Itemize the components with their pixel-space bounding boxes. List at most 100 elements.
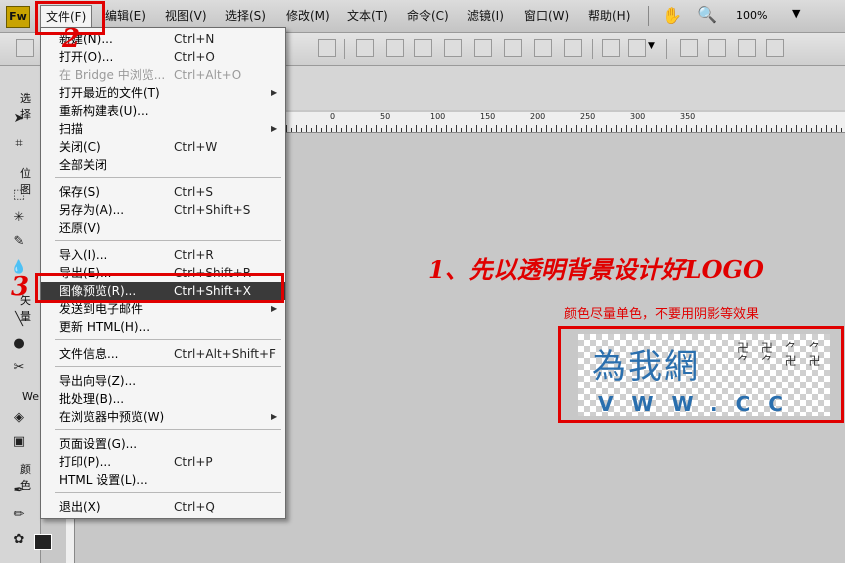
zoom-tool-icon[interactable]: 🔍 <box>697 5 717 24</box>
flip-horizontal-icon[interactable] <box>738 39 756 57</box>
pencil-icon[interactable]: ✏ <box>10 507 28 523</box>
eyedropper-icon[interactable]: ✒ <box>10 483 28 499</box>
crop-tool-icon[interactable]: ⌗ <box>10 136 28 152</box>
menu-separator <box>55 429 281 430</box>
ruler-tick <box>561 128 562 132</box>
send-backward-icon[interactable] <box>534 39 552 57</box>
ruler-tick <box>681 128 682 132</box>
knife-tool-icon[interactable]: ✂ <box>10 360 28 376</box>
marquee-tool-icon[interactable]: ⬚ <box>10 187 28 203</box>
menu-item-reconstitute-table[interactable]: 重新构建表(U)... <box>41 102 285 120</box>
menu-view[interactable]: 视图(V) <box>165 7 207 24</box>
menu-separator <box>55 177 281 178</box>
highlight-box-image-preview <box>35 273 284 303</box>
new-document-icon[interactable] <box>16 39 34 57</box>
align-center-icon[interactable] <box>708 39 726 57</box>
line-tool-icon[interactable]: ╲ <box>10 312 28 328</box>
pointer-tool-icon[interactable]: ➤ <box>10 111 28 127</box>
flip-vertical-icon[interactable] <box>766 39 784 57</box>
menu-text[interactable]: 文本(T) <box>347 7 388 24</box>
menu-item-browse-bridge[interactable]: 在 Bridge 中浏览... Ctrl+Alt+O <box>41 66 285 84</box>
ellipse-tool-icon[interactable]: ● <box>10 336 28 352</box>
send-to-back-icon[interactable] <box>564 39 582 57</box>
ruler-tick <box>801 128 802 132</box>
menu-select[interactable]: 选择(S) <box>225 7 266 24</box>
ruler-tick <box>676 125 677 132</box>
show-slices-icon[interactable]: ▣ <box>10 434 28 450</box>
ruler-tick <box>461 128 462 132</box>
chevron-down-icon[interactable]: ▼ <box>648 41 655 51</box>
brush-tool-icon[interactable]: ✎ <box>10 234 28 250</box>
ruler-tick <box>451 128 452 132</box>
ruler-tick <box>736 125 737 132</box>
ruler-tick <box>786 125 787 132</box>
horizontal-ruler: 0 50 100 150 200 250 300 350 <box>286 112 845 133</box>
document-area-header <box>286 66 845 110</box>
menu-item-export-wizard[interactable]: 导出向导(Z)... <box>41 372 285 390</box>
ruler-tick <box>506 125 507 132</box>
menu-commands[interactable]: 命令(C) <box>407 7 449 24</box>
menu-item-update-html[interactable]: 更新 HTML(H)... <box>41 318 285 336</box>
hand-tool-icon[interactable]: ✋ <box>662 6 682 25</box>
ruler-tick <box>776 125 777 132</box>
paste-icon[interactable] <box>318 39 336 57</box>
ruler-tick <box>746 125 747 132</box>
ruler-tick <box>446 125 447 132</box>
menu-item-html-setup[interactable]: HTML 设置(L)... <box>41 471 285 489</box>
stroke-color-icon[interactable]: ✿ <box>10 532 28 548</box>
menu-item-save[interactable]: 保存(S) Ctrl+S <box>41 183 285 201</box>
ruler-label: 250 <box>580 112 596 121</box>
ruler-tick <box>521 128 522 132</box>
submenu-arrow-icon: ▶ <box>271 124 278 133</box>
ruler-tick <box>581 128 582 132</box>
zoom-level[interactable]: 100% <box>736 9 767 22</box>
ruler-tick <box>331 128 332 132</box>
menu-item-revert[interactable]: 还原(V) <box>41 219 285 237</box>
align-left-icon[interactable] <box>680 39 698 57</box>
ruler-label: 350 <box>680 112 696 121</box>
ruler-tick <box>796 125 797 132</box>
align-icon[interactable] <box>628 39 646 57</box>
ruler-tick <box>546 125 547 132</box>
ruler-tick <box>626 125 627 132</box>
ruler-tick <box>806 125 807 132</box>
menu-item-close-all[interactable]: 全部关闭 <box>41 156 285 174</box>
menu-item-save-as[interactable]: 另存为(A)... Ctrl+Shift+S <box>41 201 285 219</box>
menu-item-preview-in-browser[interactable]: 在浏览器中预览(W) ▶ <box>41 408 285 426</box>
menu-modify[interactable]: 修改(M) <box>286 7 330 24</box>
hotspot-tool-icon[interactable]: ◈ <box>10 410 28 426</box>
ruler-tick <box>356 125 357 132</box>
chevron-down-icon[interactable]: ▼ <box>792 7 800 20</box>
rotate-icon[interactable] <box>602 39 620 57</box>
menu-window[interactable]: 窗口(W) <box>524 7 569 24</box>
magic-wand-icon[interactable]: ✳ <box>10 210 28 226</box>
ruler-tick <box>366 125 367 132</box>
split-icon[interactable] <box>444 39 462 57</box>
ruler-tick <box>341 128 342 132</box>
menu-item-file-info[interactable]: 文件信息... Ctrl+Alt+Shift+F <box>41 345 285 363</box>
instruction-heading: 1、先以透明背景设计好LOGO <box>428 255 764 284</box>
ruler-tick <box>476 125 477 132</box>
menu-item-open-recent[interactable]: 打开最近的文件(T) ▶ <box>41 84 285 102</box>
bring-to-front-icon[interactable] <box>474 39 492 57</box>
ruler-tick <box>611 128 612 132</box>
menu-item-import[interactable]: 导入(I)... Ctrl+R <box>41 246 285 264</box>
ungroup-icon[interactable] <box>386 39 404 57</box>
join-icon[interactable] <box>414 39 432 57</box>
toolbar-separator <box>344 39 345 59</box>
menu-filters[interactable]: 滤镜(I) <box>467 7 504 24</box>
menu-item-page-setup[interactable]: 页面设置(G)... <box>41 435 285 453</box>
ruler-tick <box>526 125 527 132</box>
fill-color-swatch[interactable] <box>34 534 52 550</box>
menu-edit[interactable]: 编辑(E) <box>105 7 146 24</box>
ruler-tick <box>606 125 607 132</box>
menu-help[interactable]: 帮助(H) <box>588 7 630 24</box>
menu-item-print[interactable]: 打印(P)... Ctrl+P <box>41 453 285 471</box>
menu-item-batch-process[interactable]: 批处理(B)... <box>41 390 285 408</box>
menu-item-close[interactable]: 关闭(C) Ctrl+W <box>41 138 285 156</box>
menu-item-scan[interactable]: 扫描 ▶ <box>41 120 285 138</box>
menu-item-exit[interactable]: 退出(X) Ctrl+Q <box>41 498 285 516</box>
group-icon[interactable] <box>356 39 374 57</box>
bring-forward-icon[interactable] <box>504 39 522 57</box>
ruler-tick <box>456 125 457 132</box>
